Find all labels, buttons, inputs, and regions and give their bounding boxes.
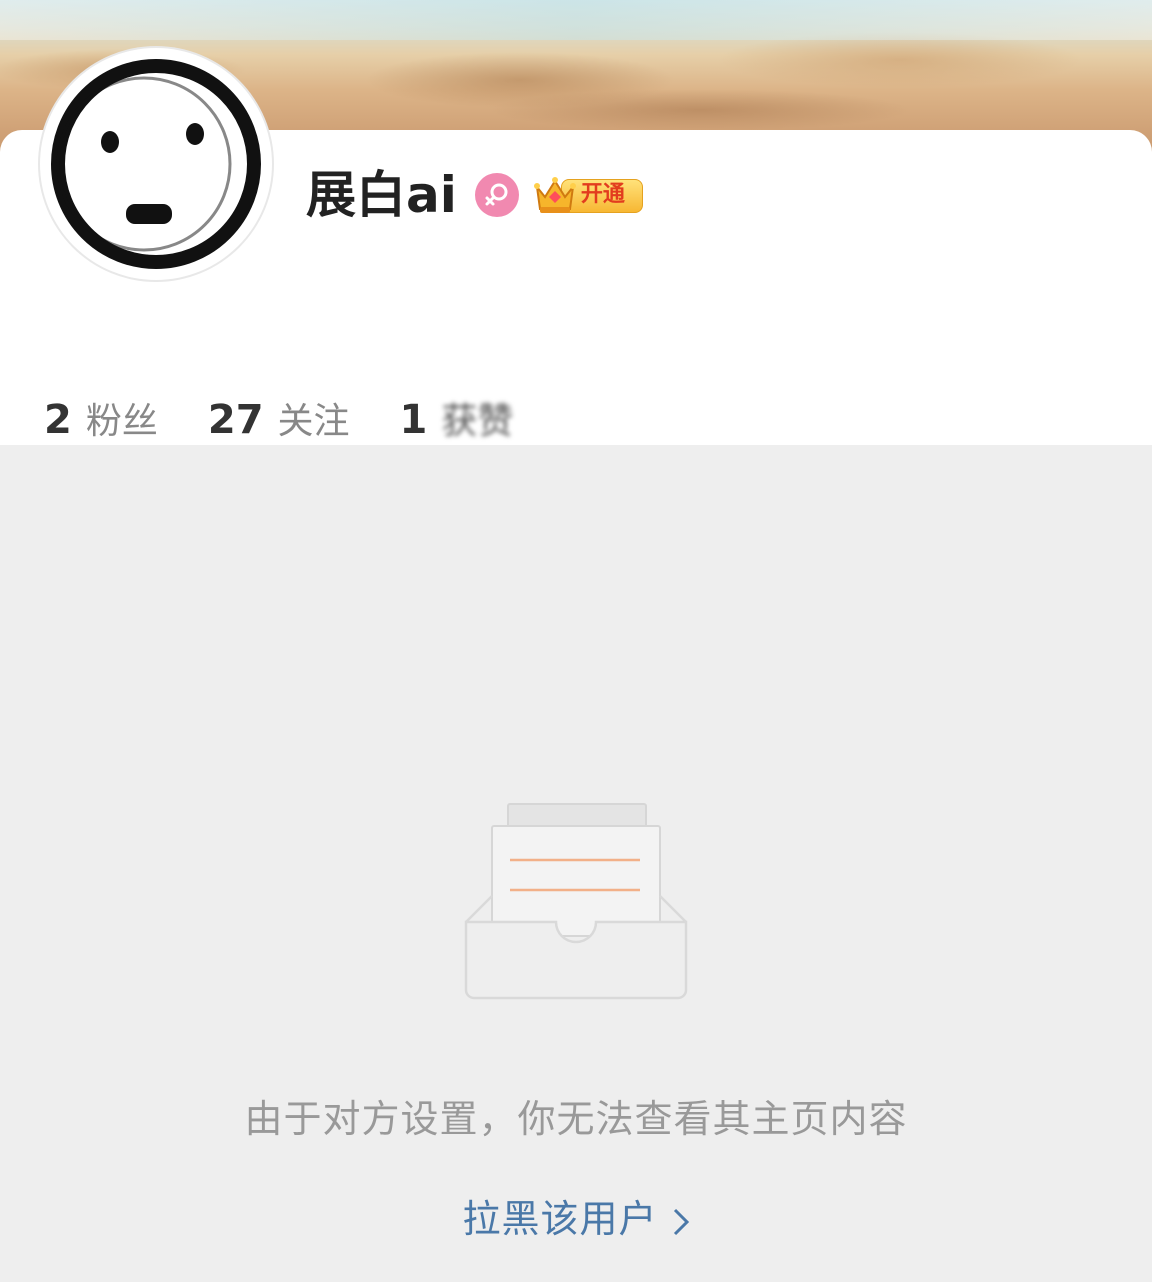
username[interactable]: 展白ai: [306, 162, 457, 228]
avatar[interactable]: [40, 48, 272, 280]
female-icon: [474, 173, 519, 217]
name-row: 展白ai 开通: [306, 162, 643, 228]
chevron-right-icon: [673, 1208, 689, 1235]
following-label: 关注: [277, 401, 350, 442]
vip-open-badge[interactable]: 开通: [531, 171, 643, 219]
stat-likes[interactable]: 1 获赞: [400, 392, 514, 444]
stat-followers[interactable]: 2 粉丝: [44, 392, 158, 444]
block-user-link[interactable]: 拉黑该用户: [0, 1188, 1152, 1243]
crown-icon: [533, 177, 576, 213]
likes-label: 获赞: [441, 401, 514, 442]
block-user-label: 拉黑该用户: [462, 1197, 658, 1241]
following-count: 27: [207, 397, 264, 443]
empty-inbox-icon: [464, 803, 688, 1000]
stat-following[interactable]: 27 关注: [208, 392, 350, 444]
profile-page: 展白ai 开通 2 粉丝 27 关注 1 获赞 由于对方设置，你无法查看其主页内…: [0, 0, 1152, 1282]
followers-label: 粉丝: [85, 401, 158, 442]
vip-label: 开通: [580, 182, 625, 207]
likes-count: 1: [399, 397, 428, 443]
followers-count: 2: [44, 397, 72, 443]
avatar-face-icon: [51, 59, 261, 269]
privacy-message: 由于对方设置，你无法查看其主页内容: [244, 1097, 908, 1141]
stats-row: 2 粉丝 27 关注 1 获赞: [44, 390, 513, 446]
cover-highlight: [0, 0, 1152, 40]
